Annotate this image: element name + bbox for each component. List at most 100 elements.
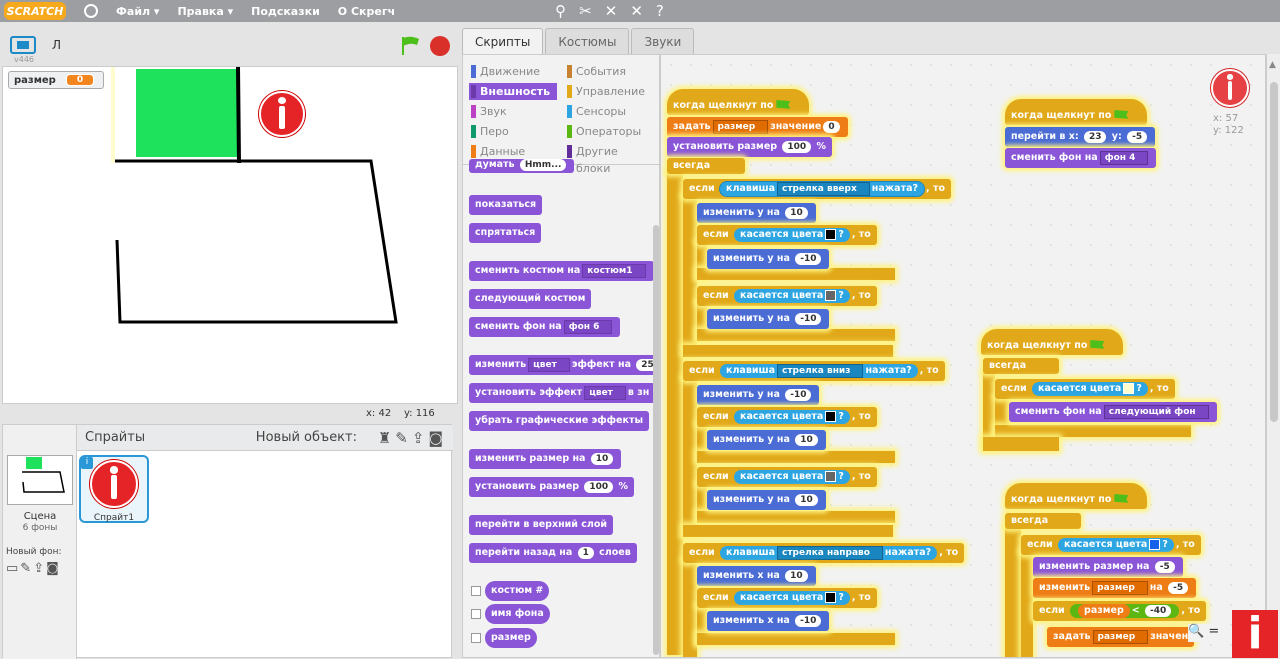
hat-when-flag-3[interactable]: когда щелкнут по (981, 329, 1123, 355)
category-pen[interactable]: Перо (469, 123, 557, 140)
sprite-thumbnail-sprite1[interactable]: i Спрайт1 (79, 455, 149, 523)
camera-sprite-icon[interactable]: ◙ (428, 429, 447, 447)
paint-sprite-icon[interactable]: ✎ (395, 429, 412, 447)
category-motion[interactable]: Движение (469, 63, 557, 80)
block-change-y-m10-2[interactable]: изменить y на -10 (707, 309, 830, 329)
camera-backdrop-icon[interactable]: ◙ (46, 561, 61, 576)
block-if-touching-black-2[interactable]: если касается цвета?, то (697, 407, 877, 427)
block-if-size-lt[interactable]: если размер < -40, то (1033, 601, 1207, 621)
block-next-costume[interactable]: следующий костюм (469, 289, 592, 309)
block-if-touching-black-1[interactable]: если касается цвета?, то (697, 225, 877, 245)
block-change-size[interactable]: изменить размер на 10 (469, 449, 622, 469)
script-scroll-thumb[interactable] (1270, 82, 1278, 422)
scratch-logo[interactable]: SCRATCH (4, 2, 66, 20)
checkbox-backdrop-name[interactable] (471, 609, 481, 619)
project-title[interactable]: Л (52, 38, 61, 52)
block-change-y-down[interactable]: изменить y на -10 (697, 385, 820, 405)
sprite-info-icon[interactable]: i (81, 457, 93, 469)
script-scrollbar[interactable]: ▲ (1266, 54, 1280, 658)
block-forever-3[interactable]: всегда (983, 358, 1059, 374)
hat-when-flag-4[interactable]: когда щелкнут по (1005, 483, 1147, 509)
category-events[interactable]: События (565, 63, 653, 80)
block-switch-bg-4[interactable]: сменить фон на фон 4 (1005, 148, 1157, 168)
menu-tips[interactable]: Подсказки (251, 5, 320, 18)
help-icon[interactable]: ? (656, 0, 664, 22)
block-change-x-m10[interactable]: изменить x на -10 (707, 611, 830, 631)
block-if-touching-light[interactable]: если касается цвета?, то (995, 379, 1175, 399)
zoom-out-icon[interactable]: 🔍 (1188, 624, 1204, 639)
grow-icon[interactable]: ✕ (605, 0, 618, 22)
checkbox-size[interactable] (471, 633, 481, 643)
hat-when-flag-2[interactable]: когда щелкнут по (1005, 99, 1147, 125)
reporter-costume-number[interactable]: костюм # (485, 581, 550, 601)
zoom-reset-icon[interactable]: = (1208, 624, 1219, 639)
block-goto-xy[interactable]: перейти в x: 23 y: -5 (1005, 127, 1156, 147)
sprite-info-ball[interactable] (259, 91, 305, 137)
block-set-effect[interactable]: установить эффект цвет в зн (469, 383, 656, 403)
block-set-var-partial[interactable]: задать размер значен (1047, 627, 1195, 647)
category-sound[interactable]: Звук (469, 103, 557, 120)
block-change-var-m5[interactable]: изменить размер на -5 (1033, 578, 1197, 598)
checkbox-costume-number[interactable] (471, 586, 481, 596)
block-forever-1[interactable]: всегда (667, 158, 745, 174)
block-go-front[interactable]: перейти в верхний слой (469, 515, 614, 535)
block-go-back[interactable]: перейти назад на 1 слоев (469, 543, 637, 563)
block-set-var[interactable]: задать размер значение 0 (667, 117, 848, 137)
reporter-backdrop-name[interactable]: имя фона (485, 604, 550, 624)
globe-icon[interactable] (84, 4, 98, 18)
block-set-size[interactable]: установить размер 100 % (469, 477, 635, 497)
block-if-touching-black-3[interactable]: если касается цвета?, то (697, 588, 877, 608)
menu-about[interactable]: О Скрегч (338, 5, 395, 18)
category-more-blocks[interactable]: Другие блоки (565, 143, 653, 175)
block-change-y-m10-1[interactable]: изменить y на -10 (707, 249, 830, 269)
block-change-effect[interactable]: изменить цвет эффект на 25 (469, 355, 659, 375)
menu-edit[interactable]: Правка ▾ (177, 5, 233, 18)
reporter-size[interactable]: размер (485, 628, 537, 648)
duplicate-icon[interactable]: ⚲ (555, 0, 566, 22)
block-hide[interactable]: спрятаться (469, 223, 542, 243)
menu-file[interactable]: Файл ▾ (116, 5, 159, 18)
block-if-key-up[interactable]: если клавиша стрелка вверх нажата?, то (683, 179, 951, 199)
script-area[interactable]: когда щелкнут по задать размер значение 0 у… (660, 54, 1266, 658)
backdrop-library-icon[interactable]: ▭ (6, 561, 20, 576)
scene-thumbnail[interactable] (7, 455, 73, 505)
block-clear-effects[interactable]: убрать графические эффекты (469, 411, 650, 431)
tab-costumes[interactable]: Костюмы (545, 28, 630, 54)
block-forever-4[interactable]: всегда (1005, 513, 1081, 529)
palette-scrollbar[interactable] (653, 225, 659, 655)
tab-scripts[interactable]: Скрипты (462, 28, 544, 54)
category-looks[interactable]: Внешность (469, 83, 557, 100)
block-if-touching-gray-1[interactable]: если касается цвета?, то (697, 286, 877, 306)
upload-sprite-icon[interactable]: ⇪ (412, 429, 429, 447)
upload-backdrop-icon[interactable]: ⇪ (33, 561, 46, 576)
block-switch-backdrop[interactable]: сменить фон на фон 6 (469, 317, 621, 337)
paint-backdrop-icon[interactable]: ✎ (20, 561, 33, 576)
block-if-touching-gray-2[interactable]: если касается цвета?, то (697, 467, 877, 487)
category-control[interactable]: Управление (565, 83, 653, 100)
hat-when-flag-1[interactable]: когда щелкнут по (667, 89, 809, 115)
category-sensing[interactable]: Сенсоры (565, 103, 653, 120)
block-change-y-10-1[interactable]: изменить y на 10 (707, 430, 826, 450)
green-flag-icon[interactable] (400, 36, 422, 56)
block-if-key-right[interactable]: если клавиша стрелка направо нажата?, то (683, 543, 965, 563)
delete-icon[interactable]: ✂ (579, 0, 592, 22)
block-next-bg[interactable]: сменить фон на следующий фон (1009, 402, 1217, 422)
block-set-size[interactable]: установить размер 100 % (667, 137, 833, 157)
sprite-library-icon[interactable]: ♜ (378, 429, 395, 447)
category-data[interactable]: Данные (469, 143, 557, 160)
stage[interactable]: размер 0 (2, 66, 458, 404)
scroll-up-arrow-icon[interactable]: ▲ (1269, 60, 1276, 70)
block-if-touching-blue[interactable]: если касается цвета?, то (1021, 535, 1201, 555)
block-think-partial[interactable]: думать Hmm... (469, 159, 575, 173)
stop-icon[interactable] (430, 36, 450, 56)
presentation-mode-icon[interactable] (10, 36, 36, 54)
block-change-y-10-2[interactable]: изменить y на 10 (707, 490, 826, 510)
variable-monitor[interactable]: размер 0 (8, 71, 104, 89)
tab-sounds[interactable]: Звуки (631, 28, 695, 54)
shrink-icon[interactable]: ✕ (630, 0, 643, 22)
block-if-key-down[interactable]: если клавиша стрелка вниз нажата?, то (683, 361, 945, 381)
block-change-x-right[interactable]: изменить x на 10 (697, 566, 816, 586)
block-change-size-m5[interactable]: изменить размер на -5 (1033, 557, 1183, 577)
block-show[interactable]: показаться (469, 195, 543, 215)
category-operators[interactable]: Операторы (565, 123, 653, 140)
